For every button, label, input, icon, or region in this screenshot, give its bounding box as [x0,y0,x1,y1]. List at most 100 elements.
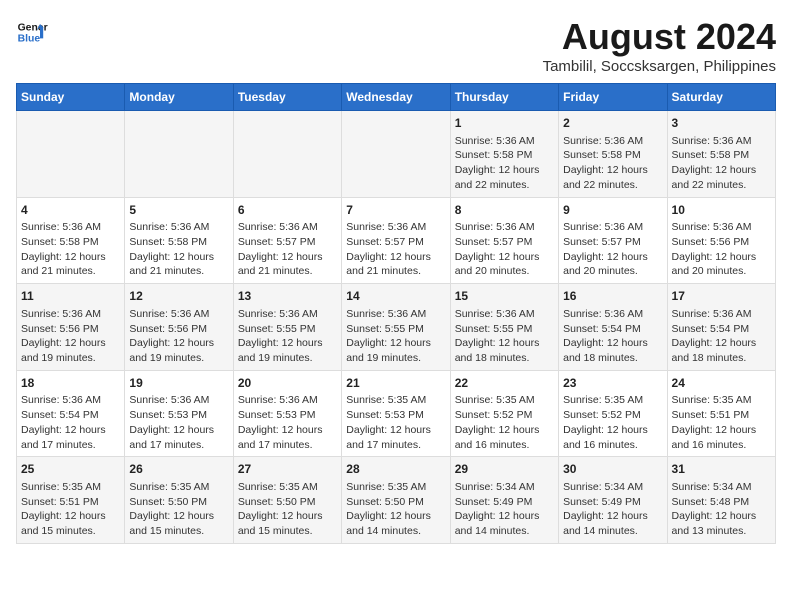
table-row: 25 Sunrise: 5:35 AM Sunset: 5:51 PM Dayli… [17,457,125,544]
logo: General Blue [16,16,48,48]
day-info: Sunrise: 5:36 AM Sunset: 5:58 PM Dayligh… [563,134,662,193]
table-row: 3 Sunrise: 5:36 AM Sunset: 5:58 PM Daylig… [667,111,775,198]
day-info: Sunrise: 5:36 AM Sunset: 5:57 PM Dayligh… [238,220,337,279]
day-number: 4 [21,202,120,219]
day-info: Sunrise: 5:36 AM Sunset: 5:57 PM Dayligh… [455,220,554,279]
day-number: 1 [455,115,554,132]
day-info: Sunrise: 5:36 AM Sunset: 5:57 PM Dayligh… [346,220,445,279]
table-row: 7Sunrise: 5:36 AM Sunset: 5:57 PM Daylig… [342,197,450,284]
day-number: 26 [129,461,228,478]
table-row: 27 Sunrise: 5:35 AM Sunset: 5:50 PM Dayli… [233,457,341,544]
table-row: 15 Sunrise: 5:36 AM Sunset: 5:55 PM Dayli… [450,284,558,371]
day-info: Sunrise: 5:34 AM Sunset: 5:49 PM Dayligh… [455,480,554,539]
table-row: 10Sunrise: 5:36 AM Sunset: 5:56 PM Dayli… [667,197,775,284]
table-row: 26 Sunrise: 5:35 AM Sunset: 5:50 PM Dayli… [125,457,233,544]
table-row: 31 Sunrise: 5:34 AM Sunset: 5:48 PM Dayli… [667,457,775,544]
day-info: Sunrise: 5:35 AM Sunset: 5:50 PM Dayligh… [129,480,228,539]
day-info: Sunrise: 5:36 AM Sunset: 5:53 PM Dayligh… [129,393,228,452]
day-info: Sunrise: 5:36 AM Sunset: 5:54 PM Dayligh… [21,393,120,452]
day-info: Sunrise: 5:35 AM Sunset: 5:52 PM Dayligh… [455,393,554,452]
table-row: 8Sunrise: 5:36 AM Sunset: 5:57 PM Daylig… [450,197,558,284]
day-number: 20 [238,375,337,392]
day-info: Sunrise: 5:36 AM Sunset: 5:53 PM Dayligh… [238,393,337,452]
day-number: 27 [238,461,337,478]
table-row [17,111,125,198]
col-monday: Monday [125,84,233,111]
table-row [125,111,233,198]
table-row: 19Sunrise: 5:36 AM Sunset: 5:53 PM Dayli… [125,370,233,457]
table-row: 29 Sunrise: 5:34 AM Sunset: 5:49 PM Dayli… [450,457,558,544]
table-row: 28 Sunrise: 5:35 AM Sunset: 5:50 PM Dayli… [342,457,450,544]
day-number: 15 [455,288,554,305]
day-info: Sunrise: 5:36 AM Sunset: 5:58 PM Dayligh… [672,134,771,193]
day-info: Sunrise: 5:36 AM Sunset: 5:55 PM Dayligh… [346,307,445,366]
day-info: Sunrise: 5:35 AM Sunset: 5:50 PM Dayligh… [238,480,337,539]
table-row: 16 Sunrise: 5:36 AM Sunset: 5:54 PM Dayli… [559,284,667,371]
day-info: Sunrise: 5:35 AM Sunset: 5:52 PM Dayligh… [563,393,662,452]
day-number: 17 [672,288,771,305]
day-info: Sunrise: 5:35 AM Sunset: 5:53 PM Dayligh… [346,393,445,452]
day-number: 31 [672,461,771,478]
day-info: Sunrise: 5:36 AM Sunset: 5:56 PM Dayligh… [129,307,228,366]
day-number: 5 [129,202,228,219]
day-number: 3 [672,115,771,132]
day-info: Sunrise: 5:35 AM Sunset: 5:50 PM Dayligh… [346,480,445,539]
day-number: 18 [21,375,120,392]
day-number: 24 [672,375,771,392]
day-number: 8 [455,202,554,219]
day-number: 10 [672,202,771,219]
col-tuesday: Tuesday [233,84,341,111]
day-info: Sunrise: 5:34 AM Sunset: 5:49 PM Dayligh… [563,480,662,539]
day-info: Sunrise: 5:36 AM Sunset: 5:56 PM Dayligh… [672,220,771,279]
title-section: August 2024 Tambilil, Soccsksargen, Phil… [543,16,776,75]
day-number: 14 [346,288,445,305]
svg-text:Blue: Blue [18,34,41,45]
day-number: 6 [238,202,337,219]
page-header: General Blue August 2024 Tambilil, Soccs… [16,16,776,75]
day-info: Sunrise: 5:36 AM Sunset: 5:54 PM Dayligh… [563,307,662,366]
table-row: 11 Sunrise: 5:36 AM Sunset: 5:56 PM Dayli… [17,284,125,371]
table-row: 12 Sunrise: 5:36 AM Sunset: 5:56 PM Dayli… [125,284,233,371]
table-row: 2 Sunrise: 5:36 AM Sunset: 5:58 PM Daylig… [559,111,667,198]
calendar-table: Sunday Monday Tuesday Wednesday Thursday… [16,83,776,544]
day-number: 11 [21,288,120,305]
day-number: 9 [563,202,662,219]
day-number: 21 [346,375,445,392]
table-row: 6Sunrise: 5:36 AM Sunset: 5:57 PM Daylig… [233,197,341,284]
day-info: Sunrise: 5:36 AM Sunset: 5:55 PM Dayligh… [455,307,554,366]
day-info: Sunrise: 5:36 AM Sunset: 5:55 PM Dayligh… [238,307,337,366]
table-row: 1Sunrise: 5:36 AM Sunset: 5:58 PM Daylig… [450,111,558,198]
day-number: 23 [563,375,662,392]
day-number: 28 [346,461,445,478]
col-saturday: Saturday [667,84,775,111]
table-row: 13 Sunrise: 5:36 AM Sunset: 5:55 PM Dayli… [233,284,341,371]
day-info: Sunrise: 5:36 AM Sunset: 5:56 PM Dayligh… [21,307,120,366]
calendar-header: Sunday Monday Tuesday Wednesday Thursday… [17,84,776,111]
day-number: 12 [129,288,228,305]
table-row [342,111,450,198]
day-number: 16 [563,288,662,305]
table-row: 9Sunrise: 5:36 AM Sunset: 5:57 PM Daylig… [559,197,667,284]
day-number: 22 [455,375,554,392]
day-info: Sunrise: 5:34 AM Sunset: 5:48 PM Dayligh… [672,480,771,539]
day-number: 13 [238,288,337,305]
col-friday: Friday [559,84,667,111]
day-number: 25 [21,461,120,478]
day-info: Sunrise: 5:36 AM Sunset: 5:58 PM Dayligh… [21,220,120,279]
day-number: 29 [455,461,554,478]
table-row: 20Sunrise: 5:36 AM Sunset: 5:53 PM Dayli… [233,370,341,457]
day-number: 30 [563,461,662,478]
table-row: 14 Sunrise: 5:36 AM Sunset: 5:55 PM Dayli… [342,284,450,371]
day-number: 7 [346,202,445,219]
table-row: 17 Sunrise: 5:36 AM Sunset: 5:54 PM Dayli… [667,284,775,371]
day-info: Sunrise: 5:36 AM Sunset: 5:54 PM Dayligh… [672,307,771,366]
col-sunday: Sunday [17,84,125,111]
main-title: August 2024 [543,16,776,58]
table-row: 30 Sunrise: 5:34 AM Sunset: 5:49 PM Dayli… [559,457,667,544]
day-info: Sunrise: 5:36 AM Sunset: 5:57 PM Dayligh… [563,220,662,279]
calendar-body: 1 Sunrise: 5:36 AM Sunset: 5:58 PM Daylig… [17,111,776,544]
day-number: 2 [563,115,662,132]
day-info: Sunrise: 5:35 AM Sunset: 5:51 PM Dayligh… [21,480,120,539]
table-row: 23Sunrise: 5:35 AM Sunset: 5:52 PM Dayli… [559,370,667,457]
table-row: 22Sunrise: 5:35 AM Sunset: 5:52 PM Dayli… [450,370,558,457]
